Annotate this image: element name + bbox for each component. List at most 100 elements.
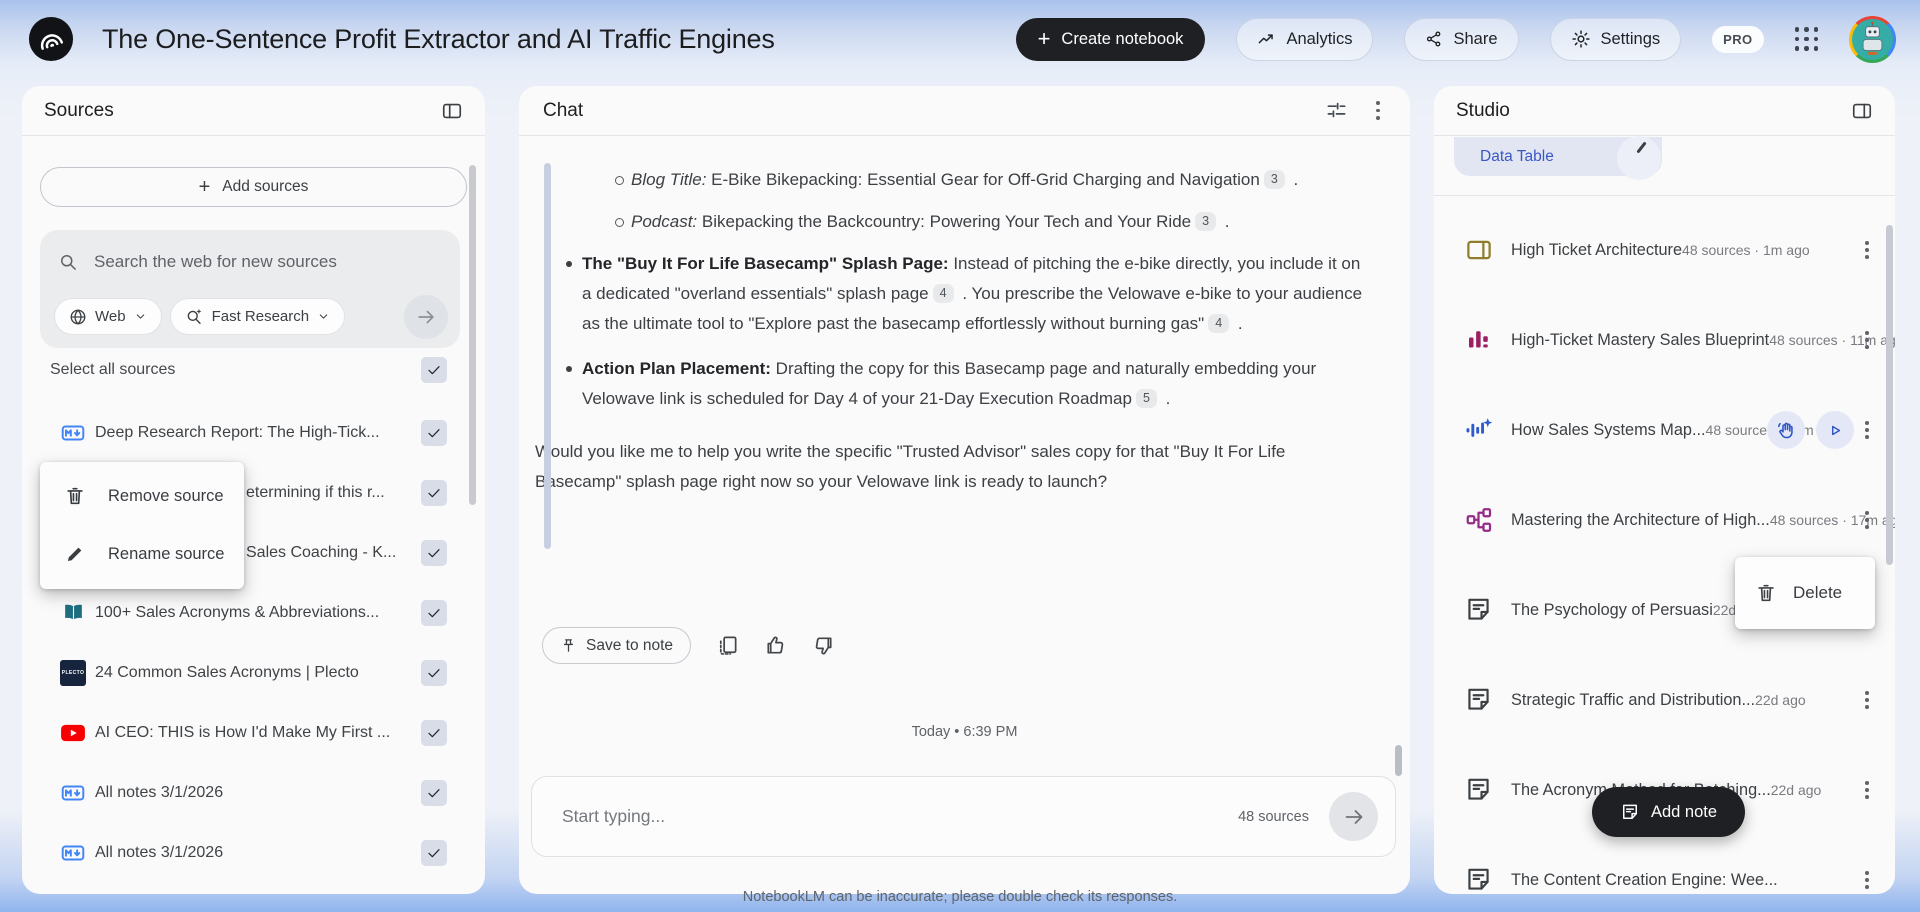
sources-scrollbar-thumb[interactable] (469, 165, 476, 505)
source-checkbox[interactable] (421, 420, 447, 446)
gear-icon (1571, 29, 1591, 49)
citation-chip[interactable]: 4 (1208, 314, 1230, 333)
chat-paragraph: Would you like me to help you write the … (535, 437, 1365, 497)
source-title: All notes 3/1/2026 (95, 784, 224, 801)
citation-chip[interactable]: 4 (932, 284, 954, 303)
studio-item-row[interactable]: How Sales Systems Map...48 sources · 12m… (1434, 385, 1895, 475)
item-more-options-icon[interactable] (1865, 690, 1869, 710)
web-filter-dropdown[interactable]: Web (54, 298, 162, 335)
source-checkbox[interactable] (421, 480, 447, 506)
share-icon (1425, 30, 1443, 48)
select-all-sources-row: Select all sources (50, 355, 447, 385)
web-search-card: Web Fast Research (40, 230, 460, 348)
notebook-title: The One-Sentence Profit Extractor and AI… (102, 23, 775, 54)
plecto-favicon: PLECTO (60, 660, 86, 686)
source-checkbox[interactable] (421, 720, 447, 746)
studio-item-row[interactable]: Strategic Traffic and Distribution...22d… (1434, 655, 1895, 745)
rename-source-label: Rename source (108, 544, 225, 563)
note-icon (1620, 802, 1640, 822)
copy-icon[interactable] (716, 634, 739, 657)
thumbs-up-icon[interactable] (764, 634, 787, 657)
save-to-note-button[interactable]: Save to note (542, 627, 692, 664)
add-note-button[interactable]: Add note (1592, 787, 1745, 837)
tune-settings-icon[interactable] (1325, 99, 1348, 122)
source-title: etermining if this r... (246, 484, 385, 501)
studio-item-row[interactable]: High-Ticket Mastery Sales Blueprint48 so… (1434, 295, 1895, 385)
source-checkbox[interactable] (421, 780, 447, 806)
research-mode-dropdown[interactable]: Fast Research (169, 298, 346, 335)
chat-scrollbar-thumb-left[interactable] (544, 163, 551, 549)
select-all-checkbox[interactable] (421, 357, 447, 383)
chevron-down-icon (134, 310, 147, 323)
markdown-file-icon (60, 840, 86, 866)
notebooklm-logo-icon[interactable] (28, 16, 74, 62)
delete-menu-label: Delete (1793, 583, 1843, 602)
remove-source-menu-item[interactable]: Remove source (40, 467, 244, 525)
google-apps-grid-icon[interactable] (1794, 27, 1818, 51)
bullet-label: Blog Title: (631, 170, 707, 189)
youtube-icon (60, 720, 86, 746)
flashcards-icon (1464, 235, 1494, 265)
share-button[interactable]: Share (1404, 17, 1519, 61)
source-row[interactable]: All notes 3/1/2026 (22, 763, 485, 823)
studio-item-title: The Content Creation Engine: Wee... (1511, 870, 1778, 889)
analytics-button[interactable]: Analytics (1236, 17, 1374, 61)
source-checkbox[interactable] (421, 660, 447, 686)
research-mode-label: Fast Research (211, 308, 310, 325)
play-audio-button[interactable] (1816, 411, 1855, 449)
plus-icon: + (198, 175, 211, 198)
citation-chip[interactable]: 3 (1263, 170, 1285, 189)
item-more-options-icon[interactable] (1865, 420, 1869, 440)
item-more-options-icon[interactable] (1865, 330, 1869, 350)
collapse-panel-icon[interactable] (441, 100, 463, 122)
source-row[interactable]: PLECTO 24 Common Sales Acronyms | Plecto (22, 643, 485, 703)
source-checkbox[interactable] (421, 600, 447, 626)
source-row[interactable]: All notes 3/1/2026 (22, 823, 485, 883)
search-filter-row: Web Fast Research (54, 294, 448, 339)
settings-button[interactable]: Settings (1549, 17, 1682, 61)
source-row[interactable]: Deep Research Report: The High-Tick... (22, 403, 485, 463)
studio-item-context-menu[interactable]: Delete (1735, 557, 1875, 629)
edit-chip-button[interactable] (1617, 136, 1661, 180)
studio-divider (1434, 195, 1895, 196)
collapse-panel-icon[interactable] (1851, 100, 1873, 122)
submit-search-button[interactable] (404, 294, 448, 339)
source-row[interactable]: 100+ Sales Acronyms & Abbreviations... (22, 583, 485, 643)
chat-panel: Chat Blog Title: E-Bike Bikepacking: Ess… (519, 86, 1410, 894)
item-more-options-icon[interactable] (1865, 780, 1869, 800)
trending-up-icon (1257, 30, 1276, 49)
citation-chip[interactable]: 3 (1195, 212, 1217, 231)
studio-item-meta: 48 sources · 1m ago (1682, 241, 1810, 258)
send-message-button[interactable] (1329, 792, 1378, 841)
report-chart-icon (1464, 325, 1494, 355)
more-options-icon[interactable] (1376, 101, 1380, 120)
settings-label: Settings (1600, 29, 1661, 48)
chat-input[interactable] (560, 805, 1239, 828)
add-sources-button[interactable]: + Add sources (40, 167, 467, 207)
create-notebook-button[interactable]: + Create notebook (1015, 17, 1206, 61)
search-icon (58, 252, 78, 272)
source-row[interactable]: AI CEO: THIS is How I'd Make My First ..… (22, 703, 485, 763)
rename-source-menu-item[interactable]: Rename source (40, 525, 244, 583)
interactive-mode-button[interactable] (1767, 411, 1806, 449)
chat-response: Blog Title: E-Bike Bikepacking: Essentia… (535, 136, 1365, 509)
item-more-options-icon[interactable] (1865, 240, 1869, 260)
note-icon (1464, 775, 1494, 805)
item-more-options-icon[interactable] (1865, 870, 1869, 890)
markdown-file-icon (60, 420, 86, 446)
thumbs-down-icon[interactable] (812, 634, 835, 657)
citation-chip[interactable]: 5 (1135, 389, 1157, 408)
item-more-options-icon[interactable] (1865, 510, 1869, 530)
source-checkbox[interactable] (421, 840, 447, 866)
bullet-text: Bikepacking the Backcountry: Powering Yo… (697, 212, 1192, 231)
studio-scrollbar-thumb[interactable] (1886, 225, 1893, 565)
add-sources-label: Add sources (222, 178, 309, 195)
studio-item-row[interactable]: Mastering the Architecture of High...48 … (1434, 475, 1895, 565)
search-web-input[interactable] (92, 251, 446, 273)
source-checkbox[interactable] (421, 540, 447, 566)
chat-scrollbar-thumb[interactable] (1395, 745, 1402, 776)
studio-item-row[interactable]: The Content Creation Engine: Wee... (1434, 835, 1895, 894)
user-avatar[interactable] (1849, 15, 1896, 63)
save-to-note-label: Save to note (586, 636, 674, 654)
studio-item-row[interactable]: High Ticket Architecture48 sources · 1m … (1434, 205, 1895, 295)
